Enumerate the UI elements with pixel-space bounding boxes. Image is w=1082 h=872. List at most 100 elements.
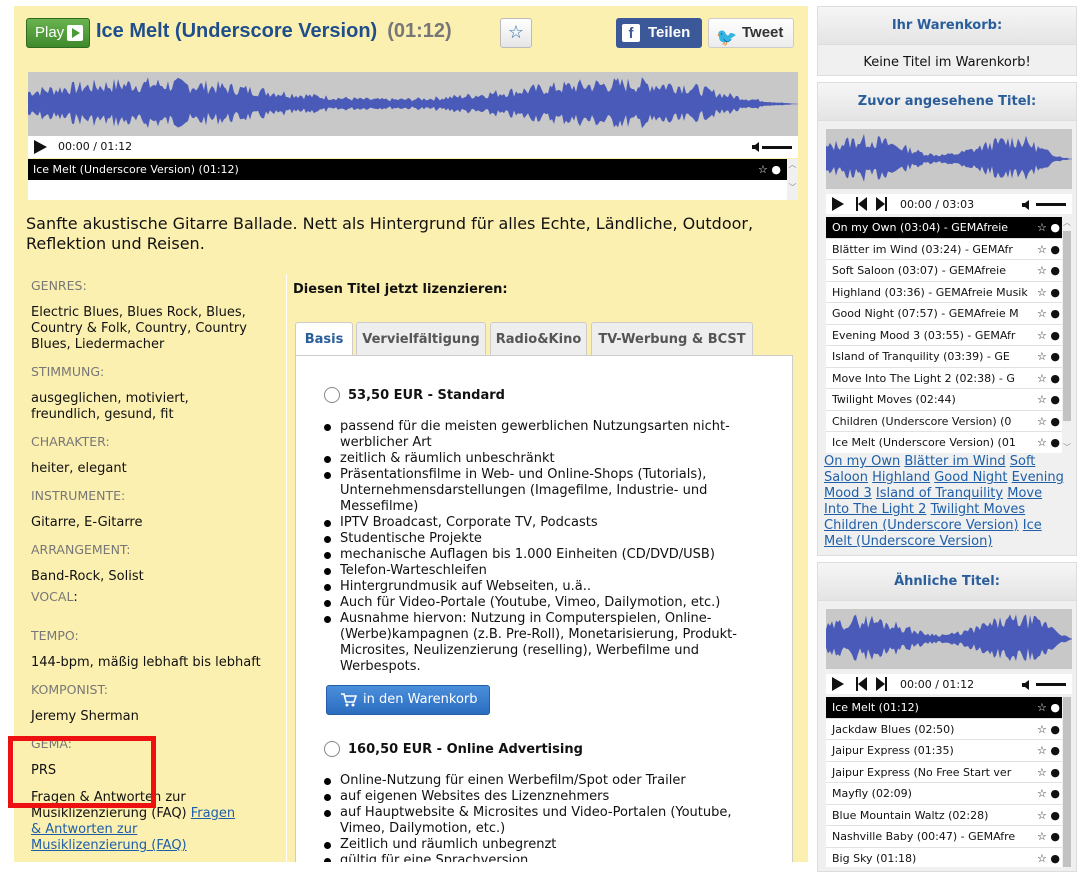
star-icon[interactable]: ☆ [1037,286,1047,299]
play-circle-icon[interactable]: ● [1050,243,1060,256]
similar-playlist-scrollbar[interactable] [1062,697,1072,867]
radio-standard[interactable] [324,387,340,403]
playlist-current-track[interactable]: Ice Melt (Underscore Version) (01:12) ☆ … [28,159,787,180]
play-circle-icon[interactable]: ● [1050,372,1060,385]
recent-link[interactable]: Island of Tranquility [876,486,1003,501]
star-icon[interactable]: ☆ [758,163,768,176]
scroll-down-icon[interactable]: ﹀ [1062,442,1072,453]
volume-slider[interactable] [762,146,792,149]
previous-icon[interactable] [856,197,868,211]
play-circle-icon[interactable]: ● [1050,350,1060,363]
list-item[interactable]: Island of Tranquility (03:39) - GE ☆ ● [826,346,1062,368]
recent-waveform[interactable] [826,129,1072,189]
facebook-share-button[interactable]: f Teilen [616,18,702,48]
star-icon[interactable]: ☆ [1037,744,1047,757]
scroll-up-icon[interactable]: ︿ [787,159,798,170]
favorite-button[interactable]: ☆ [500,18,532,48]
playlist-scrollbar[interactable]: ︿ ﹀ [787,159,798,200]
star-icon[interactable]: ☆ [1037,701,1047,714]
play-circle-icon[interactable]: ● [1050,415,1060,428]
star-icon[interactable]: ☆ [1037,307,1047,320]
list-item[interactable]: Children (Underscore Version) (0 ☆ ● [826,410,1062,432]
list-item[interactable]: Good Night (07:57) - GEMAfreie M ☆ ● [826,303,1062,325]
list-item[interactable]: Blätter im Wind (03:24) - GEMAfr ☆ ● [826,238,1062,260]
play-circle-icon[interactable]: ● [1050,436,1060,449]
play-button[interactable]: Play [26,18,90,48]
list-item[interactable]: Blue Mountain Waltz (02:28) ☆ ● [826,804,1062,826]
volume-slider[interactable] [1036,683,1066,686]
tab-basis[interactable]: Basis [295,322,353,357]
scroll-up-icon[interactable]: ︿ [1062,217,1072,228]
play-circle-icon[interactable]: ● [1050,393,1060,406]
list-item[interactable]: Ice Melt (Underscore Version) (01 ☆ ● [826,432,1062,453]
previous-icon[interactable] [856,677,868,691]
list-item[interactable]: Mayfly (02:09) ☆ ● [826,783,1062,805]
play-circle-icon[interactable]: ● [1050,852,1060,865]
star-icon[interactable]: ☆ [1037,809,1047,822]
license-option-online-advertising[interactable]: 160,50 EUR - Online Advertising [324,741,583,757]
list-item[interactable]: Evening Mood 3 (03:55) - GEMAfr ☆ ● [826,324,1062,346]
play-circle-icon[interactable]: ● [1050,744,1060,757]
play-icon[interactable] [832,677,844,691]
play-circle-icon[interactable]: ● [1050,830,1060,843]
play-circle-icon[interactable]: ● [1050,701,1060,714]
star-icon[interactable]: ☆ [1037,436,1047,449]
play-circle-icon[interactable]: ● [1050,723,1060,736]
waveform[interactable] [28,72,798,136]
scroll-down-icon[interactable]: ﹀ [787,182,798,193]
recent-link[interactable]: Twilight Moves [931,502,1026,517]
list-item[interactable]: Move Into The Light 2 (02:38) - G ☆ ● [826,367,1062,389]
volume-icon[interactable] [1022,199,1034,211]
recent-playlist-scrollbar[interactable]: ︿ ﹀ [1062,217,1072,453]
star-icon[interactable]: ☆ [1037,766,1047,779]
star-icon[interactable]: ☆ [1037,393,1047,406]
list-item[interactable]: Ice Melt (01:12) ☆ ● [826,697,1062,719]
star-icon[interactable]: ☆ [1037,350,1047,363]
next-icon[interactable] [876,197,888,211]
radio-online-advertising[interactable] [324,741,340,757]
star-icon[interactable]: ☆ [1037,852,1047,865]
play-circle-icon[interactable]: ● [1050,221,1060,234]
tweet-button[interactable]: 🐦 Tweet [708,18,794,48]
list-item[interactable]: Big Sky (01:18) ☆ ● [826,847,1062,867]
list-item[interactable]: Jackdaw Blues (02:50) ☆ ● [826,718,1062,740]
play-circle-icon[interactable]: ● [771,163,781,176]
list-item[interactable]: Soft Saloon (03:07) - GEMAfreie ☆ ● [826,260,1062,282]
recent-link[interactable]: On my Own [824,454,900,469]
star-icon[interactable]: ☆ [1037,243,1047,256]
recent-link[interactable]: Children (Underscore Version) [824,518,1019,533]
license-option-standard[interactable]: 53,50 EUR - Standard [324,387,505,403]
list-item[interactable]: On my Own (03:04) - GEMAfreie ☆ ● [826,217,1062,239]
play-icon[interactable] [34,140,47,154]
tab-tv-werbung[interactable]: TV-Werbung & BCST [591,322,753,356]
next-icon[interactable] [876,677,888,691]
play-circle-icon[interactable]: ● [1050,766,1060,779]
list-item[interactable]: Twilight Moves (02:44) ☆ ● [826,389,1062,411]
list-item[interactable]: Highland (03:36) - GEMAfreie Musik ☆ ● [826,281,1062,303]
star-icon[interactable]: ☆ [1037,221,1047,234]
tab-radio-kino[interactable]: Radio&Kino [490,322,587,356]
scrollbar-thumb[interactable] [1063,231,1071,421]
add-to-cart-button[interactable]: in den Warenkorb [326,685,490,715]
star-icon[interactable]: ☆ [1037,372,1047,385]
list-item[interactable]: Jaipur Express (No Free Start ver ☆ ● [826,761,1062,783]
list-item[interactable]: Jaipur Express (01:35) ☆ ● [826,740,1062,762]
play-circle-icon[interactable]: ● [1050,286,1060,299]
star-icon[interactable]: ☆ [1037,723,1047,736]
play-circle-icon[interactable]: ● [1050,307,1060,320]
recent-link[interactable]: Highland [872,470,930,485]
play-icon[interactable] [832,197,844,211]
star-icon[interactable]: ☆ [1037,264,1047,277]
play-circle-icon[interactable]: ● [1050,264,1060,277]
star-icon[interactable]: ☆ [1037,787,1047,800]
list-item[interactable]: Nashville Baby (00:47) - GEMAfre ☆ ● [826,826,1062,848]
volume-icon[interactable] [1022,679,1034,691]
recent-link[interactable]: Good Night [934,470,1007,485]
star-icon[interactable]: ☆ [1037,329,1047,342]
tab-vervielfaeltigung[interactable]: Vervielfältigung [356,322,486,356]
similar-waveform[interactable] [826,609,1072,669]
star-icon[interactable]: ☆ [1037,830,1047,843]
play-circle-icon[interactable]: ● [1050,809,1060,822]
scrollbar-thumb[interactable] [1063,697,1071,867]
play-circle-icon[interactable]: ● [1050,329,1060,342]
